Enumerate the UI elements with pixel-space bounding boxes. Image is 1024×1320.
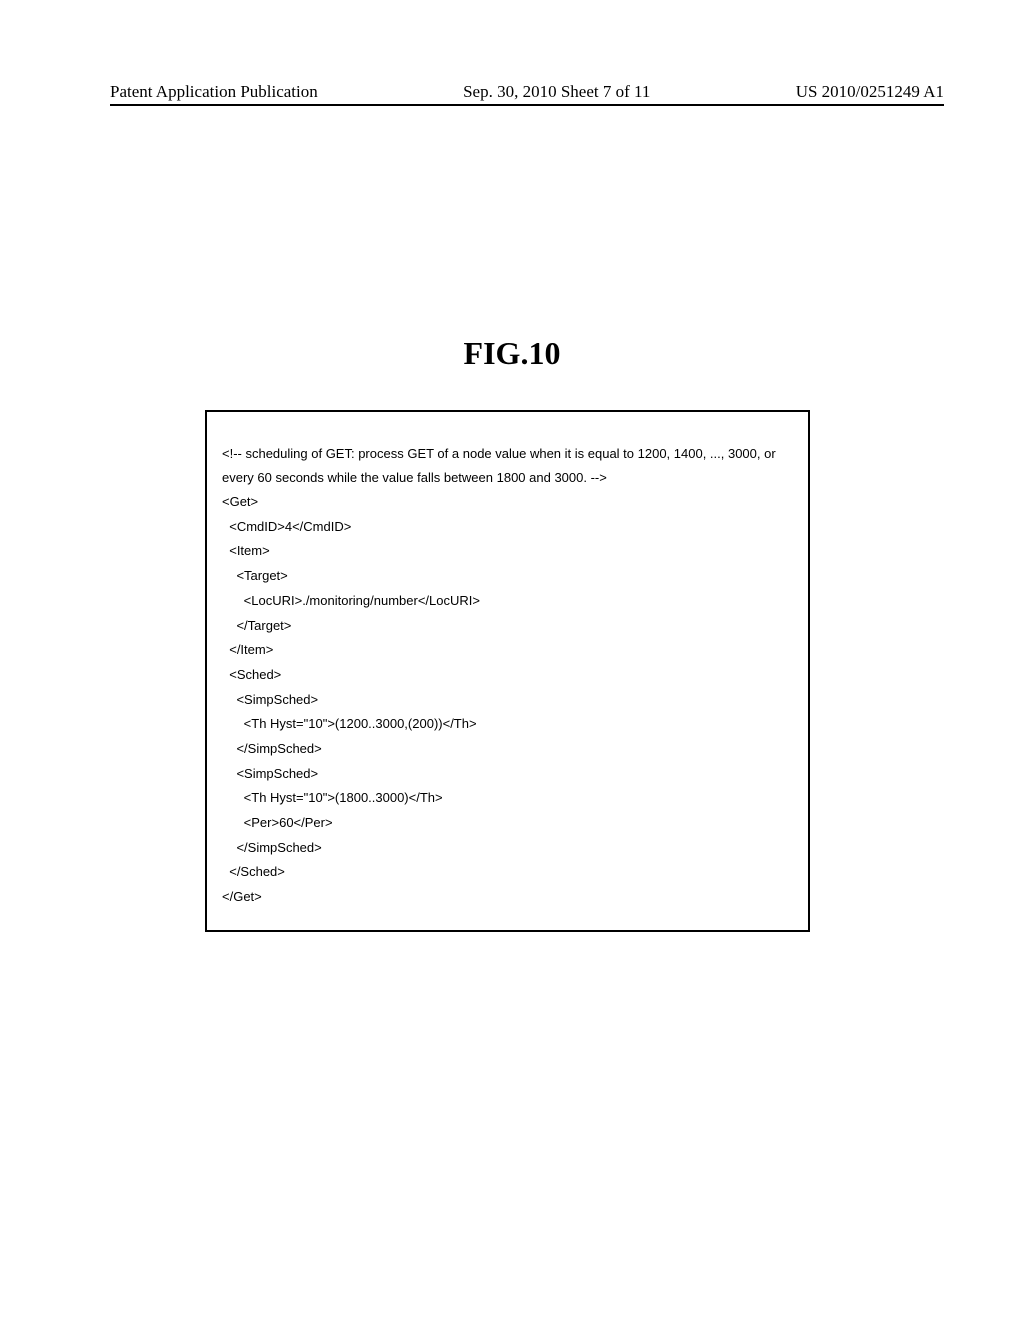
- code-line: </Sched>: [222, 860, 793, 885]
- page-header: Patent Application Publication Sep. 30, …: [110, 82, 944, 106]
- code-line: </SimpSched>: [222, 836, 793, 861]
- code-line: <Item>: [222, 539, 793, 564]
- code-line: <Th Hyst="10">(1800..3000)</Th>: [222, 786, 793, 811]
- code-line: <Per>60</Per>: [222, 811, 793, 836]
- code-line: <Sched>: [222, 663, 793, 688]
- code-line: <CmdID>4</CmdID>: [222, 515, 793, 540]
- code-line: <Get>: [222, 490, 793, 515]
- code-line: <Target>: [222, 564, 793, 589]
- code-line: <SimpSched>: [222, 762, 793, 787]
- header-patent-number: US 2010/0251249 A1: [796, 82, 944, 102]
- code-line: <Th Hyst="10">(1200..3000,(200))</Th>: [222, 712, 793, 737]
- code-listing: <!-- scheduling of GET: process GET of a…: [205, 410, 810, 932]
- code-line: <LocURI>./monitoring/number</LocURI>: [222, 589, 793, 614]
- header-date-sheet: Sep. 30, 2010 Sheet 7 of 11: [463, 82, 650, 102]
- code-line: </SimpSched>: [222, 737, 793, 762]
- code-line: </Item>: [222, 638, 793, 663]
- header-publication: Patent Application Publication: [110, 82, 318, 102]
- figure-title: FIG.10: [0, 335, 1024, 372]
- code-line: </Target>: [222, 614, 793, 639]
- code-line: </Get>: [222, 885, 793, 910]
- code-comment: <!-- scheduling of GET: process GET of a…: [222, 442, 793, 490]
- code-line: <SimpSched>: [222, 688, 793, 713]
